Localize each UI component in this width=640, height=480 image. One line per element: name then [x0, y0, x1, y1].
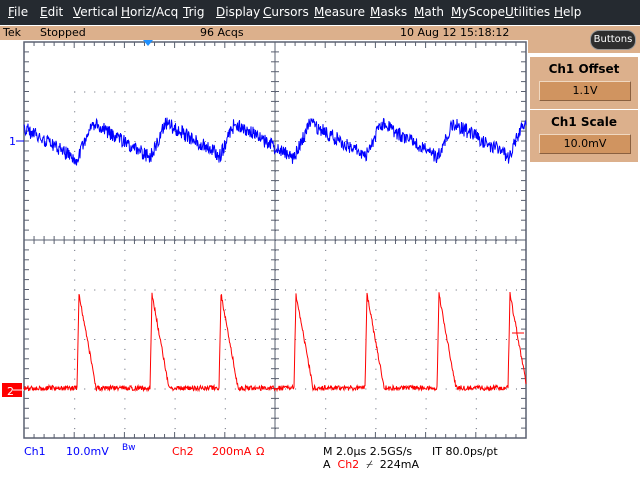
ch2-label[interactable]: Ch2 [172, 445, 194, 458]
graticule: 1 2 [2, 40, 527, 439]
ch2-marker-label: 2 [7, 385, 14, 398]
grid [23, 41, 527, 439]
ch1-marker: 1 [9, 135, 24, 148]
resolution-readout: IT 80.0ps/pt [432, 445, 498, 458]
trigger-readout[interactable]: A Ch2 ⌿ 224mA [323, 458, 419, 472]
ch1-marker-label: 1 [9, 135, 16, 148]
trigger-level: 224mA [379, 458, 420, 471]
trigger-slope-icon: ⌿ [366, 458, 373, 471]
ch1-scale-readout[interactable]: 10.0mV [66, 445, 109, 458]
bandwidth-limit-indicator: Bw [122, 443, 136, 453]
ch2-coupling-icon: Ω [256, 445, 265, 458]
ch2-scale-readout[interactable]: 200mA [212, 445, 251, 458]
ch1-label[interactable]: Ch1 [24, 445, 46, 458]
horizontal-readout[interactable]: M 2.0µs 2.5GS/s [323, 445, 412, 458]
ch2-marker: 2 [2, 383, 24, 398]
trigger-prefix: A [323, 458, 331, 471]
trigger-source: Ch2 [337, 458, 360, 471]
